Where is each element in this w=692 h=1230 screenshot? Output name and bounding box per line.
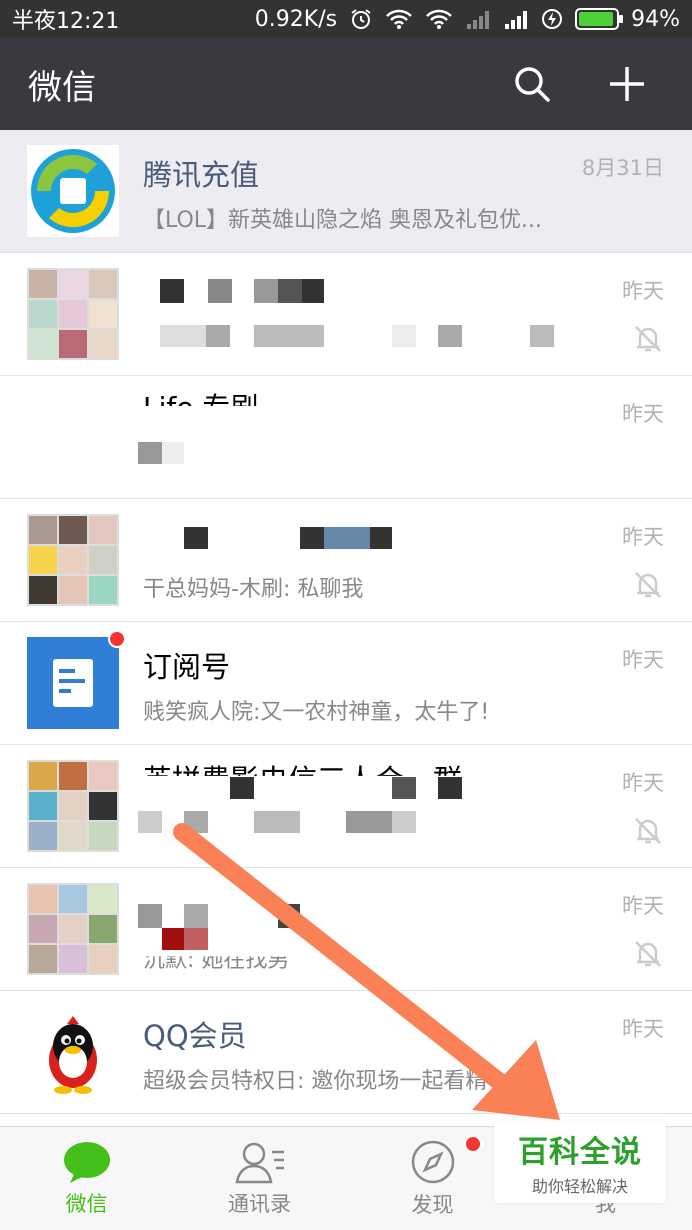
- chat-preview: 超级会员特权日: 邀你现场一起看精: [143, 1069, 488, 1094]
- chat-row-group-4[interactable]: 沉默: 她在找男 昨天: [0, 868, 692, 991]
- group-avatar: [27, 268, 119, 360]
- chat-row-group-1[interactable]: 昨天: [0, 253, 692, 376]
- chat-row-subscriptions[interactable]: 订阅号 贱笑疯人院:又一农村神童，太牛了! 昨天: [0, 622, 692, 745]
- blurred-title: [138, 904, 300, 950]
- wifi-icon-2: [426, 9, 452, 29]
- chat-time: 昨天: [622, 525, 664, 549]
- chat-list: 腾讯充值 【LOL】新英雄山隐之焰 奥恩及礼包优... 8月31日 昨天 Lif…: [0, 130, 692, 1126]
- mute-bell-icon: [635, 818, 661, 844]
- group-avatar: [27, 514, 119, 606]
- status-time: 半夜12:21: [12, 9, 120, 34]
- tab-label: 发现: [411, 1192, 454, 1217]
- chat-title: Life 专刷: [143, 391, 259, 424]
- chat-row-group-3[interactable]: 英拼费影电信三人合一群 昨天: [0, 745, 692, 868]
- blurred-title: [230, 777, 462, 799]
- chat-time: 昨天: [622, 402, 664, 426]
- alarm-icon: [351, 9, 371, 29]
- chat-title: 订阅号: [143, 650, 231, 684]
- network-speed: 0.92K/s: [254, 6, 338, 32]
- chat-title: 腾讯充值: [143, 158, 260, 192]
- group-avatar: [27, 883, 119, 975]
- blurred-preview: [138, 811, 416, 833]
- mute-bell-icon: [635, 326, 661, 352]
- chat-time: 8月31日: [581, 156, 664, 180]
- group-avatar: [27, 760, 119, 852]
- watermark-title: 百科全说: [518, 1135, 642, 1170]
- add-icon[interactable]: [608, 65, 646, 103]
- watermark-subtitle: 助你轻松解决: [531, 1177, 628, 1196]
- contacts-icon: [235, 1142, 284, 1183]
- chat-time: 昨天: [622, 1017, 664, 1041]
- tencent-recharge-avatar: [27, 145, 119, 237]
- chat-row-life[interactable]: Life 专刷 昨天: [0, 376, 692, 499]
- signal-weak-icon: [467, 11, 490, 29]
- chat-time: 昨天: [622, 771, 664, 795]
- chat-bubble-icon: [63, 1141, 110, 1183]
- watermark-logo: 百科全说 助你轻松解决: [494, 1121, 666, 1203]
- battery-percent: 94%: [631, 6, 680, 32]
- page-title: 微信: [28, 67, 96, 108]
- unread-dot: [108, 630, 126, 648]
- chat-preview: 贱笑疯人院:又一农村神童，太牛了!: [143, 700, 490, 725]
- blurred-title: [160, 279, 324, 303]
- chat-preview: 【LOL】新英雄山隐之焰 奥恩及礼包优...: [143, 208, 543, 233]
- chat-time: 昨天: [622, 894, 664, 918]
- charging-icon: [542, 9, 563, 29]
- discover-badge-dot: [464, 1135, 482, 1153]
- blurred-preview: [160, 325, 554, 347]
- compass-icon: [411, 1140, 454, 1183]
- search-icon[interactable]: [512, 64, 552, 104]
- mute-bell-icon: [635, 572, 661, 598]
- tab-contacts[interactable]: 通讯录: [173, 1127, 346, 1230]
- chat-row-group-2[interactable]: 干总妈妈-木刷: 私聊我 昨天: [0, 499, 692, 622]
- blurred-preview: [138, 442, 184, 464]
- chat-time: 昨天: [622, 279, 664, 303]
- mute-bell-icon: [635, 941, 661, 967]
- tab-label: 通讯录: [228, 1191, 291, 1216]
- chat-title: QQ会员: [143, 1019, 247, 1053]
- tab-wechat[interactable]: 微信: [0, 1127, 173, 1230]
- blurred-title: [184, 527, 392, 549]
- wifi-icon: [386, 9, 412, 29]
- app-bar: 微信: [0, 38, 692, 130]
- battery-icon: [575, 8, 624, 30]
- status-bar: 半夜12:21 0.92K/s 94%: [0, 0, 692, 38]
- chat-row-tencent-recharge[interactable]: 腾讯充值 【LOL】新英雄山隐之焰 奥恩及礼包优... 8月31日: [0, 130, 692, 253]
- subscription-avatar: [27, 637, 119, 729]
- signal-icon: [505, 11, 528, 29]
- chat-time: 昨天: [622, 648, 664, 672]
- qq-penguin-avatar: [27, 1006, 119, 1098]
- chat-row-qq-vip[interactable]: QQ会员 超级会员特权日: 邀你现场一起看精 昨天: [0, 991, 692, 1114]
- tab-label: 微信: [65, 1191, 108, 1216]
- chat-preview: 干总妈妈-木刷: 私聊我: [143, 577, 364, 602]
